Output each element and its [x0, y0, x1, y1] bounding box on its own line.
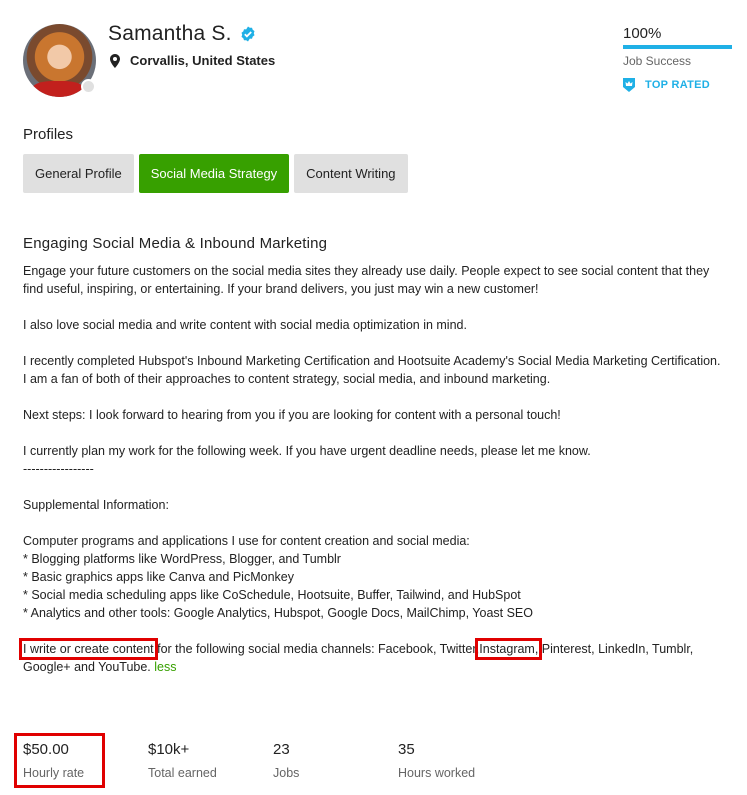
stat-label: Hours worked [398, 766, 476, 780]
profile-title: Engaging Social Media & Inbound Marketin… [23, 235, 328, 252]
avatar-photo-detail [33, 81, 83, 97]
tab-general-profile[interactable]: General Profile [23, 154, 134, 193]
tab-social-media-strategy[interactable]: Social Media Strategy [138, 154, 290, 193]
highlight-write-create-content: I write or create content [19, 638, 158, 660]
job-success-widget: 100% Job Success TOP RATED [623, 25, 732, 92]
description-paragraph: Next steps: I look forward to hearing fr… [23, 408, 561, 422]
top-rated-badge[interactable]: TOP RATED [623, 78, 732, 92]
stat-label: Jobs [273, 766, 300, 780]
description-paragraph: Supplemental Information: [23, 498, 169, 512]
description-paragraph: I recently completed Hubspot's Inbound M… [23, 354, 721, 386]
stat-value: $50.00 [23, 741, 69, 758]
stat-label: Hourly rate [23, 766, 85, 780]
tab-content-writing[interactable]: Content Writing [294, 154, 408, 193]
online-status-indicator [81, 79, 96, 94]
top-rated-badge-icon [623, 78, 635, 92]
freelancer-name: Samantha S. [108, 22, 232, 45]
stat-hourly-rate: $50.00 Hourly rate [23, 741, 148, 780]
profile-tabs: General Profile Social Media Strategy Co… [23, 154, 408, 193]
top-rated-label: TOP RATED [645, 79, 711, 91]
map-pin-icon [110, 53, 120, 68]
description-paragraph: Engage your future customers on the soci… [23, 264, 710, 296]
stat-label: Total earned [148, 766, 217, 780]
description-paragraph: I also love social media and write conte… [23, 318, 467, 332]
highlight-instagram: Instagram, [475, 638, 543, 660]
profiles-heading: Profiles [23, 126, 74, 143]
job-success-label: Job Success [623, 54, 692, 68]
channels-paragraph: I write or create content for the follow… [19, 638, 723, 676]
stat-value: $10k+ [148, 741, 190, 758]
job-success-bar-fill [623, 45, 732, 49]
stat-hours-worked: 35 Hours worked [398, 741, 523, 780]
job-success-bar [623, 45, 732, 49]
name-row: Samantha S. [108, 22, 256, 46]
stats-row: $50.00 Hourly rate $10k+ Total earned 23… [23, 741, 523, 780]
profile-description: Engage your future customers on the soci… [19, 262, 723, 676]
description-paragraph: I currently plan my work for the followi… [23, 444, 591, 476]
location-row: Corvallis, United States [110, 53, 275, 68]
stat-value: 35 [398, 741, 415, 758]
description-paragraph: Computer programs and applications I use… [23, 534, 533, 620]
stat-jobs: 23 Jobs [273, 741, 398, 780]
stat-total-earned: $10k+ Total earned [148, 741, 273, 780]
location-text: Corvallis, United States [130, 53, 276, 68]
stat-value: 23 [273, 741, 290, 758]
job-success-value: 100% [623, 25, 662, 42]
less-link[interactable]: less [154, 660, 176, 674]
channels-text: for the following social media channels:… [153, 642, 480, 656]
verified-check-icon [241, 26, 255, 42]
